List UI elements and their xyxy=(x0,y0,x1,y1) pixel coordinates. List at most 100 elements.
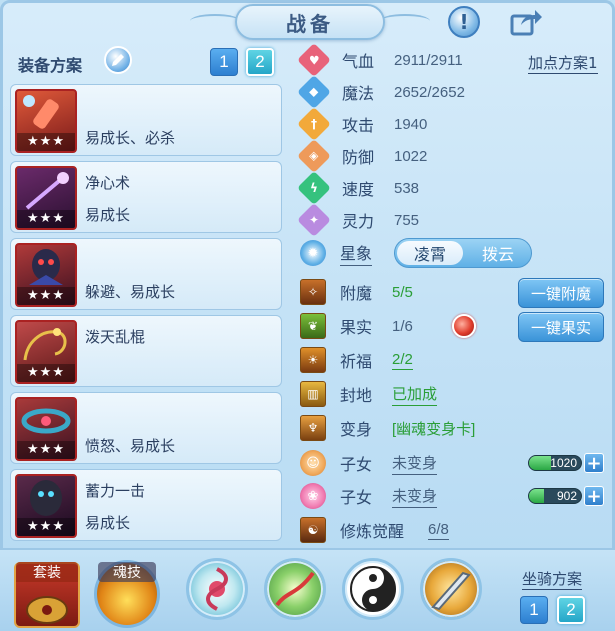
page-title: 战备 xyxy=(286,11,334,36)
mount-plan-1-button[interactable]: 1 xyxy=(520,596,548,624)
stat-row-bless: ☀ 祈福 2/2 xyxy=(296,346,413,374)
stat-label: 速度 xyxy=(342,180,375,199)
equipment-slot[interactable]: ★★★ 躲避、易成长 xyxy=(10,238,282,310)
equipment-icon: ★★★ xyxy=(15,474,77,538)
heart-icon: ♥ xyxy=(297,43,331,77)
belt-icon xyxy=(21,408,71,434)
bless-label: 祈福 xyxy=(340,352,373,371)
transform-icon: ♆ xyxy=(300,415,326,441)
star-sign-icon: ✹ xyxy=(300,240,326,266)
equipment-stars: ★★★ xyxy=(17,287,75,305)
stat-row-hp: ♥ 气血 2911/2911 xyxy=(296,43,463,77)
skill-orb-vine-icon[interactable] xyxy=(264,558,326,620)
cultivate-icon: ☯ xyxy=(300,517,326,543)
equipment-list: ★★★ 易成长、必杀 ★★★ 净心术 易成长 ★★★ 躲避、易成长 ★★★ 泼天… xyxy=(10,84,282,546)
equipment-skills: 易成长、必杀 xyxy=(85,129,176,147)
cultivate-label: 修炼觉醒 xyxy=(340,522,405,541)
fruit-orb-icon[interactable] xyxy=(452,314,476,338)
stat-row-xingxiang: ✹ 星象 xyxy=(296,239,373,267)
attach-label: 附魔 xyxy=(340,284,373,303)
equipment-skills: 躲避、易成长 xyxy=(85,283,176,301)
stat-label: 魔法 xyxy=(342,84,375,103)
xingxiang-label: 星象 xyxy=(340,240,373,266)
stat-label: 灵力 xyxy=(342,212,375,231)
speed-icon: ϟ xyxy=(297,171,331,205)
equipment-stars: ★★★ xyxy=(17,441,75,459)
wind-swirl-icon xyxy=(206,567,228,611)
attack-icon: † xyxy=(297,107,331,141)
add-points-plan-link[interactable]: 加点方案1 xyxy=(528,52,598,74)
stat-row-mp: ◆ 魔法 2652/2652 xyxy=(296,75,465,109)
seal-label: 封地 xyxy=(340,386,373,405)
equipment-stars: ★★★ xyxy=(17,364,75,382)
chain-amulet-icon xyxy=(23,328,67,361)
mount-plan-label: 坐骑方案 xyxy=(522,570,583,590)
title-banner: 战备 xyxy=(235,4,385,40)
lotus-icon: ❀ xyxy=(300,483,326,509)
mount-plan-2-button[interactable]: 2 xyxy=(557,596,585,624)
stat-row-transform: ♆ 变身 [幽魂变身卡] xyxy=(296,414,475,442)
plan-2-button[interactable]: 2 xyxy=(246,48,274,76)
equipment-skills: 易成长 xyxy=(85,206,131,224)
shadow-armor-icon xyxy=(30,480,62,516)
stat-value: 538 xyxy=(394,179,420,197)
child2-value[interactable]: 未变身 xyxy=(392,485,438,508)
xingxiang-option-lingxiao[interactable]: 凌霄 xyxy=(397,241,463,265)
bless-value[interactable]: 2/2 xyxy=(392,351,413,370)
skill-orb-yinyang-icon[interactable] xyxy=(342,558,404,620)
title-ornament-left xyxy=(190,14,240,28)
sword-icon xyxy=(431,571,471,611)
child1-plus-button[interactable]: + xyxy=(584,453,604,474)
child-avatar-icon: ☺ xyxy=(300,450,326,476)
transform-value[interactable]: [幽魂变身卡] xyxy=(392,418,475,439)
child2-bar: 902 + xyxy=(528,486,606,507)
one-click-fruit-button[interactable]: 一键果实 xyxy=(518,312,604,342)
popsicle-weapon-icon xyxy=(23,95,59,129)
cultivate-value[interactable]: 6/8 xyxy=(428,521,449,540)
stat-label: 气血 xyxy=(342,52,375,71)
stat-row-spirit: ✦ 灵力 755 xyxy=(296,203,419,237)
one-click-enchant-button[interactable]: 一键附魔 xyxy=(518,278,604,308)
equipment-icon: ★★★ xyxy=(15,166,77,230)
equipment-icon: ★★★ xyxy=(15,243,77,307)
enchant-icon: ✧ xyxy=(300,279,326,305)
seal-value[interactable]: 已加成 xyxy=(392,383,438,406)
equipment-slot[interactable]: ★★★ 净心术 易成长 xyxy=(10,161,282,233)
equipment-skills: 易成长 xyxy=(85,514,131,532)
attach-value: 5/5 xyxy=(392,283,413,301)
stat-value: 1940 xyxy=(394,115,428,133)
child2-plus-button[interactable]: + xyxy=(584,486,604,507)
info-button[interactable]: ! xyxy=(448,6,480,38)
blessing-icon: ☀ xyxy=(300,347,326,373)
plan-1-button[interactable]: 1 xyxy=(210,48,238,76)
equipment-panel: 装备方案 1 2 ★★★ 易成长、必杀 ★★★ 净心术 易成长 ★★★ 躲避、易… xyxy=(8,40,284,545)
edit-plan-button[interactable] xyxy=(104,46,132,74)
mask-armor-icon xyxy=(29,249,63,285)
xingxiang-toggle[interactable]: 凌霄 拨云 xyxy=(394,238,532,268)
equipment-slot[interactable]: ★★★ 蓄力一击 易成长 xyxy=(10,469,282,541)
share-button[interactable] xyxy=(508,6,544,38)
child1-bar-value: 1020 xyxy=(550,456,577,470)
staff-weapon-icon xyxy=(25,172,69,210)
stat-row-child-2: ❀ 子女 未变身 xyxy=(296,482,438,510)
exclamation-icon: ! xyxy=(459,10,469,34)
bottom-bar: 套装 魂技 坐骑方案 1 2 xyxy=(0,548,615,631)
skill-orb-wind-icon[interactable] xyxy=(186,558,248,620)
stat-label: 攻击 xyxy=(342,116,375,135)
stat-row-seal: ▥ 封地 已加成 xyxy=(296,380,438,408)
defense-icon: ◈ xyxy=(297,139,331,173)
stat-row-child-1: ☺ 子女 未变身 xyxy=(296,449,438,477)
stat-row-fruit: ❦ 果实 1/6 xyxy=(296,312,413,340)
treasure-chest-icon xyxy=(26,596,68,624)
skill-orb-sword-icon[interactable] xyxy=(420,558,482,620)
child1-value[interactable]: 未变身 xyxy=(392,452,438,475)
suit-slot[interactable]: 套装 xyxy=(14,562,80,628)
child1-label: 子女 xyxy=(340,455,373,474)
equipment-slot[interactable]: ★★★ 易成长、必杀 xyxy=(10,84,282,156)
xingxiang-option-boyun[interactable]: 拨云 xyxy=(465,239,531,267)
equipment-slot[interactable]: ★★★ 愤怒、易成长 xyxy=(10,392,282,464)
suit-label: 套装 xyxy=(16,562,78,582)
equipment-slot[interactable]: ★★★ 泼天乱棍 xyxy=(10,315,282,387)
soul-skill-label: 魂技 xyxy=(98,562,156,582)
equipment-plan-label: 装备方案 xyxy=(18,56,83,75)
